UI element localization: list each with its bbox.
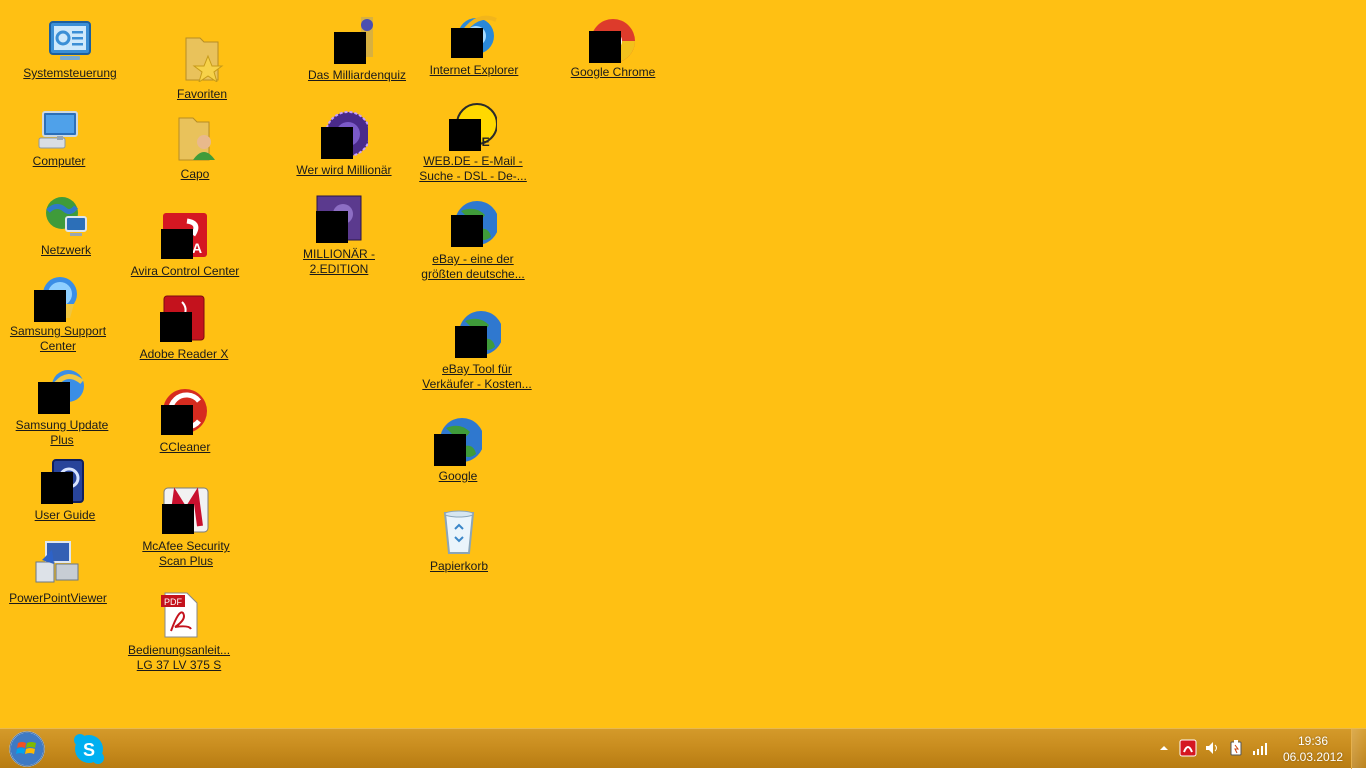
icon-label: Google Chrome bbox=[570, 65, 656, 79]
icon-label: PowerPointViewer bbox=[9, 591, 107, 605]
powerpoint-viewer-icon bbox=[34, 538, 82, 586]
desktop-icon-millionaer-2[interactable]: MILLIONÄR - 2.EDITION bbox=[279, 194, 399, 276]
icon-label: Netzwerk bbox=[40, 243, 91, 257]
redaction-box bbox=[34, 290, 66, 322]
windows-orb-icon bbox=[7, 731, 47, 772]
clock-date: 06.03.2012 bbox=[1282, 750, 1344, 764]
redaction-box bbox=[321, 127, 353, 159]
icon-label: Favoriten bbox=[176, 87, 228, 101]
icon-label: Das Milliardenquiz bbox=[307, 68, 407, 82]
show-desktop-button[interactable] bbox=[1351, 729, 1366, 769]
computer-icon bbox=[35, 106, 83, 154]
redaction-box bbox=[451, 215, 483, 247]
volume-icon[interactable] bbox=[1203, 739, 1221, 757]
svg-text:S: S bbox=[83, 740, 95, 760]
redaction-box bbox=[451, 28, 483, 58]
favorites-folder-icon bbox=[178, 34, 226, 82]
desktop-icon-google-chrome[interactable]: Google Chrome bbox=[553, 17, 673, 95]
desktop-icon-milliardenquiz[interactable]: Das Milliardenquiz bbox=[297, 15, 417, 93]
icon-label: WEB.DE - E-Mail - Suche - DSL - De-... bbox=[419, 154, 527, 183]
icon-label: CCleaner bbox=[159, 440, 211, 454]
desktop-icon-avira[interactable]: A Avira Control Center bbox=[125, 211, 245, 289]
icon-label: Computer bbox=[32, 154, 86, 168]
desktop-icon-systemsteuerung[interactable]: Systemsteuerung bbox=[10, 18, 130, 96]
signal-icon[interactable] bbox=[1251, 739, 1269, 757]
desktop-icon-user-guide[interactable]: User Guide bbox=[5, 458, 125, 536]
recycle-bin-icon bbox=[435, 507, 483, 555]
icon-label: Capo bbox=[180, 167, 210, 181]
icon-label: Avira Control Center bbox=[130, 264, 240, 278]
desktop-icon-samsung-update[interactable]: Samsung Update Plus bbox=[2, 368, 122, 447]
icon-label: McAfee Security Scan Plus bbox=[142, 539, 230, 568]
icon-label: Google bbox=[438, 469, 478, 483]
desktop-icon-powerpoint-viewer[interactable]: PowerPointViewer bbox=[0, 538, 118, 616]
control-panel-icon bbox=[46, 18, 94, 66]
desktop-icon-mcafee[interactable]: McAfee Security Scan Plus bbox=[126, 486, 246, 568]
taskbar: S 19:36 06.03.2012 bbox=[0, 728, 1366, 769]
desktop-icon-bedienungsanleitung[interactable]: PDF Bedienungsanleit... LG 37 LV 375 S bbox=[119, 591, 239, 672]
redaction-box bbox=[589, 31, 621, 63]
redaction-box bbox=[38, 382, 70, 414]
avira-tray-icon[interactable] bbox=[1179, 739, 1197, 757]
pdf-file-icon: PDF bbox=[155, 591, 203, 639]
desktop-icon-internet-explorer[interactable]: Internet Explorer bbox=[414, 14, 534, 92]
icon-label: Systemsteuerung bbox=[23, 66, 117, 80]
user-folder-icon bbox=[171, 114, 219, 162]
svg-text:PDF: PDF bbox=[164, 597, 183, 607]
redaction-box bbox=[161, 405, 193, 435]
desktop-icon-wer-wird-millionaer[interactable]: Wer wird Millionär bbox=[284, 110, 404, 188]
start-button[interactable] bbox=[7, 730, 47, 768]
desktop-icon-adobe-reader[interactable]: Adobe Reader X bbox=[124, 294, 244, 372]
desktop-icon-favoriten[interactable]: Favoriten bbox=[142, 34, 262, 112]
svg-text:A: A bbox=[192, 240, 202, 256]
icon-label: Adobe Reader X bbox=[139, 347, 229, 361]
skype-taskbar-button[interactable]: S bbox=[70, 730, 108, 768]
desktop-icon-papierkorb[interactable]: Papierkorb bbox=[399, 507, 519, 585]
desktop-icon-ebay-tool[interactable]: eBay Tool für Verkäufer - Kosten... bbox=[417, 309, 537, 391]
redaction-box bbox=[41, 472, 73, 504]
redaction-box bbox=[316, 211, 348, 243]
icon-label: Internet Explorer bbox=[429, 63, 519, 77]
desktop-icon-google[interactable]: Google bbox=[398, 416, 518, 494]
redaction-box bbox=[434, 434, 466, 466]
redaction-box bbox=[455, 326, 487, 358]
show-hidden-icons-arrow[interactable] bbox=[1155, 739, 1173, 757]
icon-label: Samsung Support Center bbox=[9, 324, 107, 353]
desktop: Systemsteuerung Computer Netzwerk Samsun… bbox=[0, 0, 1366, 728]
redaction-box bbox=[161, 229, 193, 259]
network-icon bbox=[42, 193, 90, 241]
redaction-box bbox=[334, 32, 366, 64]
system-clock[interactable]: 19:36 06.03.2012 bbox=[1276, 733, 1350, 765]
icon-label: Wer wird Millionär bbox=[296, 163, 392, 177]
clock-time: 19:36 bbox=[1297, 734, 1329, 748]
icon-label: Samsung Update Plus bbox=[15, 418, 109, 447]
desktop-icon-webde[interactable]: DE WEB.DE - E-Mail - Suche - DSL - De-..… bbox=[413, 102, 533, 183]
desktop-icon-computer[interactable]: Computer bbox=[0, 106, 119, 184]
power-icon[interactable] bbox=[1227, 739, 1245, 757]
desktop-icon-netzwerk[interactable]: Netzwerk bbox=[6, 193, 126, 271]
desktop-icon-capo[interactable]: Capo bbox=[135, 114, 255, 192]
icon-label: MILLIONÄR - 2.EDITION bbox=[302, 247, 375, 276]
skype-icon: S bbox=[70, 734, 108, 772]
redaction-box bbox=[449, 119, 481, 151]
icon-label: Bedienungsanleit... LG 37 LV 375 S bbox=[127, 643, 231, 672]
icon-label: eBay - eine der größten deutsche... bbox=[421, 252, 525, 281]
icon-label: Papierkorb bbox=[429, 559, 489, 573]
desktop-icon-samsung-support[interactable]: Samsung Support Center bbox=[0, 274, 118, 353]
icon-label: eBay Tool für Verkäufer - Kosten... bbox=[422, 362, 532, 391]
desktop-icon-ccleaner[interactable]: CCleaner bbox=[125, 387, 245, 465]
desktop-icon-ebay[interactable]: eBay - eine der größten deutsche... bbox=[413, 199, 533, 281]
redaction-box bbox=[162, 504, 194, 534]
icon-label: User Guide bbox=[34, 508, 96, 522]
redaction-box bbox=[160, 312, 192, 342]
